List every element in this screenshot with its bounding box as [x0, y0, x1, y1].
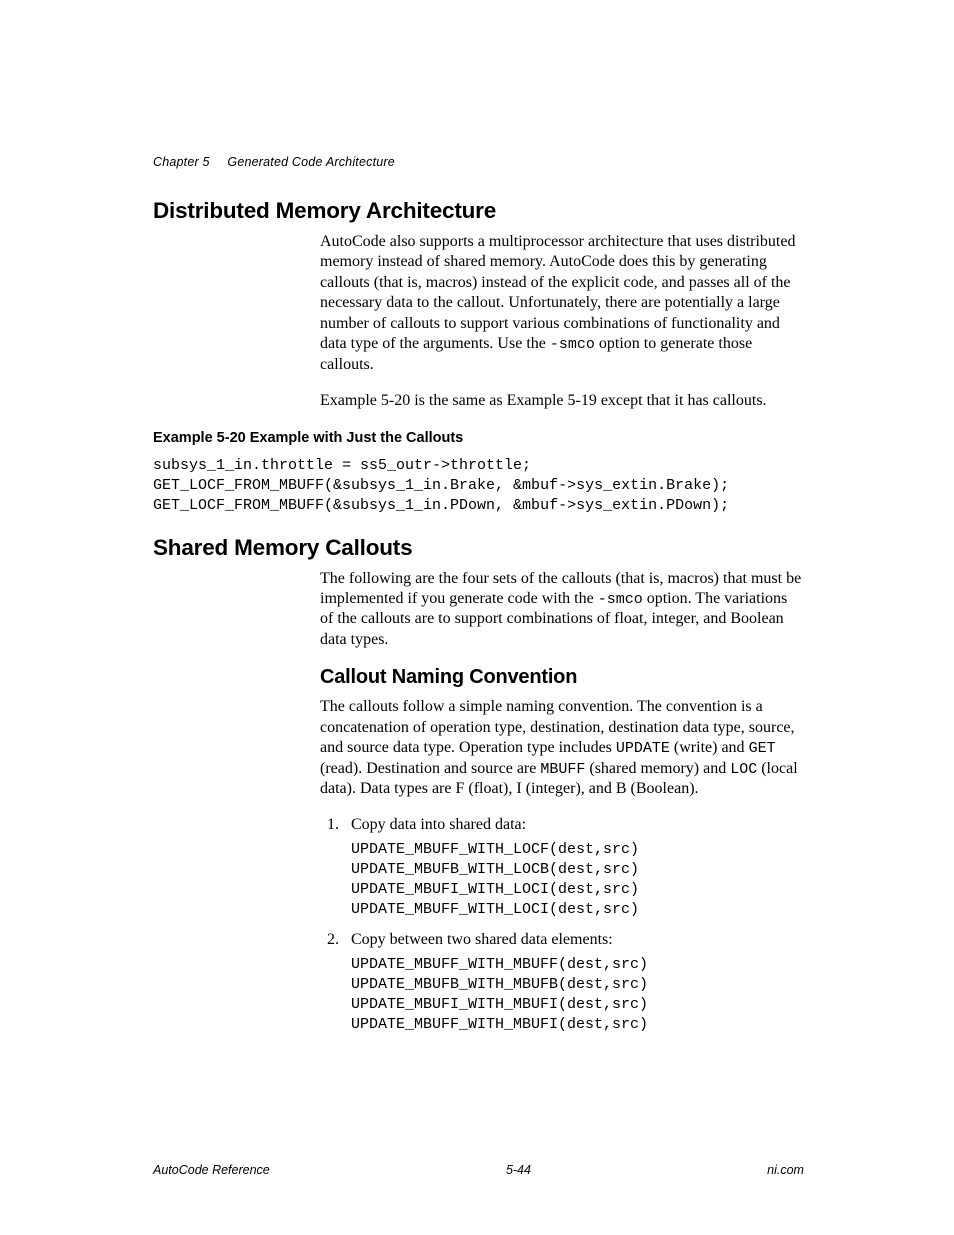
- header-chapter: Chapter 5: [153, 155, 210, 169]
- list-code: UPDATE_MBUFF_WITH_LOCF(dest,src) UPDATE_…: [351, 840, 804, 921]
- section2-body: The following are the four sets of the c…: [320, 569, 804, 1036]
- list-code: UPDATE_MBUFF_WITH_MBUFF(dest,src) UPDATE…: [351, 955, 804, 1036]
- code-inline: -smco: [598, 591, 643, 608]
- page: Chapter 5 Generated Code Architecture Di…: [0, 0, 954, 1235]
- code-inline: UPDATE: [616, 740, 670, 757]
- section1-p1: AutoCode also supports a multiprocessor …: [320, 232, 804, 375]
- code-inline: -smco: [550, 336, 595, 353]
- heading-distributed-memory: Distributed Memory Architecture: [153, 198, 804, 224]
- section1-body: AutoCode also supports a multiprocessor …: [320, 232, 804, 412]
- list-item: Copy data into shared data: UPDATE_MBUFF…: [343, 816, 804, 921]
- code-inline: MBUFF: [540, 761, 585, 778]
- header-title: Generated Code Architecture: [227, 155, 395, 169]
- code-inline: LOC: [730, 761, 757, 778]
- numbered-list: Copy data into shared data: UPDATE_MBUFF…: [320, 816, 804, 1036]
- text: (write) and: [670, 739, 749, 756]
- footer-right: ni.com: [767, 1163, 804, 1177]
- content: Distributed Memory Architecture AutoCode…: [153, 198, 804, 1036]
- section1-p2: Example 5-20 is the same as Example 5-19…: [320, 391, 804, 411]
- list-item: Copy between two shared data elements: U…: [343, 931, 804, 1036]
- heading-shared-memory: Shared Memory Callouts: [153, 535, 804, 561]
- text: (shared memory) and: [585, 760, 730, 777]
- code-inline: GET: [749, 740, 776, 757]
- text: (read). Destination and source are: [320, 760, 540, 777]
- list-item-text: Copy between two shared data elements:: [351, 931, 613, 948]
- footer-left: AutoCode Reference: [153, 1163, 270, 1177]
- subsection-p1: The callouts follow a simple naming conv…: [320, 697, 804, 799]
- footer: AutoCode Reference 5-44 ni.com: [153, 1163, 804, 1177]
- list-item-text: Copy data into shared data:: [351, 816, 526, 833]
- example-label: Example 5-20 Example with Just the Callo…: [153, 430, 804, 446]
- running-header: Chapter 5 Generated Code Architecture: [153, 155, 395, 169]
- heading-callout-naming: Callout Naming Convention: [320, 666, 804, 689]
- footer-center: 5-44: [506, 1163, 531, 1177]
- example-code: subsys_1_in.throttle = ss5_outr->throttl…: [153, 456, 804, 517]
- section2-p1: The following are the four sets of the c…: [320, 569, 804, 651]
